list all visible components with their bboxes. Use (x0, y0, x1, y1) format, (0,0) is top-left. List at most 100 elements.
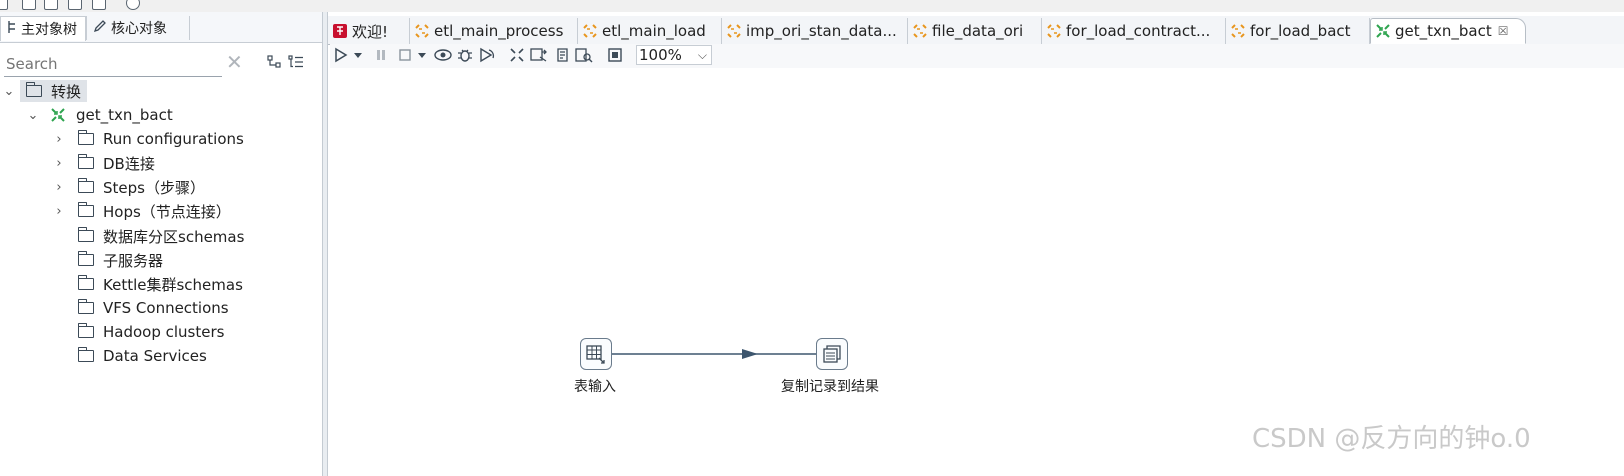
tree-item-label: Steps（步骤） (103, 178, 205, 197)
tab-for-load-contract[interactable]: for_load_contract... (1042, 18, 1226, 44)
tab-label: imp_ori_stan_data... (746, 22, 897, 40)
chevron-right-icon[interactable]: › (52, 180, 66, 195)
debug-icon[interactable] (456, 46, 474, 64)
open-file-icon[interactable] (22, 0, 36, 10)
folder-icon (78, 275, 94, 290)
save-as-icon[interactable] (92, 0, 106, 10)
replay-icon[interactable] (478, 46, 496, 64)
database-explorer-icon[interactable] (575, 46, 593, 64)
search-input[interactable] (4, 54, 218, 74)
tab-label: for_load_bact (1250, 22, 1351, 40)
tree-item-hadoop-clusters[interactable]: Hadoop clusters (78, 320, 224, 344)
run-icon[interactable] (332, 46, 350, 64)
tree-icon (7, 20, 17, 38)
folder-icon (26, 82, 42, 97)
chevron-right-icon[interactable]: › (52, 204, 66, 219)
run-options-dropdown-icon[interactable] (352, 46, 364, 64)
transformation-icon (50, 107, 66, 123)
folder-icon (78, 130, 94, 145)
tab-label: get_txn_bact (1395, 22, 1492, 40)
preview-icon[interactable] (434, 46, 452, 64)
tab-main-object-tree[interactable]: 主对象树 (0, 16, 86, 41)
step-label: 复制记录到结果 (781, 379, 879, 395)
show-results-icon[interactable] (606, 46, 624, 64)
job-icon (912, 23, 928, 39)
layers-icon[interactable] (126, 0, 140, 10)
save-icon[interactable] (68, 0, 82, 10)
tree-item-db-connections[interactable]: › DB连接 (52, 151, 155, 175)
clear-search-icon[interactable]: ✕ (226, 52, 244, 74)
verify-icon[interactable] (508, 46, 526, 64)
tab-label: for_load_contract... (1066, 22, 1211, 40)
tree-item-label: Kettle集群schemas (103, 275, 243, 294)
folder-icon (78, 227, 94, 242)
stop-icon[interactable] (396, 46, 414, 64)
tree-item-partition-schemas[interactable]: 数据库分区schemas (78, 224, 244, 248)
folder-icon (78, 178, 94, 193)
watermark: CSDN @反方向的钟o.0 (1252, 424, 1531, 454)
step-table-input[interactable] (580, 338, 612, 370)
job-icon (726, 23, 742, 39)
tab-etl-main-load[interactable]: etl_main_load (578, 18, 722, 44)
tab-core-objects[interactable]: 核心对象 (86, 16, 190, 40)
tree-node-label: 转换 (51, 82, 82, 101)
collapse-all-icon[interactable] (267, 54, 283, 70)
folder-icon (78, 347, 94, 362)
pencil-icon (93, 19, 107, 37)
folder-icon (78, 202, 94, 217)
tree-node-transformation[interactable]: ⌄ get_txn_bact (26, 103, 173, 127)
main-toolbar-strip (0, 0, 1624, 12)
expand-all-icon[interactable] (288, 54, 304, 70)
tree-item-label: 子服务器 (103, 251, 164, 270)
close-tab-icon[interactable]: ☒ (1498, 24, 1509, 38)
zoom-value: 100% (639, 46, 682, 64)
tree-item-label: Hops（节点连接） (103, 202, 231, 221)
tab-get-txn-bact[interactable]: get_txn_bact ☒ (1370, 18, 1526, 44)
pause-icon[interactable] (372, 46, 390, 64)
panel-splitter[interactable] (322, 12, 328, 476)
job-icon (1046, 23, 1062, 39)
transformation-icon (1375, 23, 1391, 39)
tree-item-label: DB连接 (103, 154, 155, 173)
zoom-select[interactable]: 100% ⌵ (636, 45, 712, 65)
tree-item-steps[interactable]: › Steps（步骤） (52, 175, 205, 199)
tree-node-label: get_txn_bact (76, 106, 173, 124)
copy-rows-icon (823, 345, 841, 363)
folder-icon (78, 154, 94, 169)
tree-item-label: Hadoop clusters (103, 323, 225, 341)
analyze-impact-icon[interactable] (530, 46, 548, 64)
tree-item-hops[interactable]: › Hops（节点连接） (52, 199, 231, 223)
search-field[interactable] (4, 52, 222, 77)
generate-sql-icon[interactable] (553, 46, 571, 64)
tree-item-cluster-schemas[interactable]: Kettle集群schemas (78, 272, 243, 296)
tree-node-root-selection[interactable]: 转换 (20, 80, 88, 102)
tab-label: 主对象树 (21, 22, 77, 38)
tab-welcome[interactable]: 欢迎! (328, 18, 410, 44)
tree-node-root[interactable]: ⌄ 转换 (2, 79, 88, 103)
tab-file-data-ori[interactable]: file_data_ori (908, 18, 1042, 44)
tree-item-data-services[interactable]: Data Services (78, 344, 207, 368)
tree-item-vfs-connections[interactable]: VFS Connections (78, 296, 229, 320)
chevron-down-icon[interactable]: ⌄ (26, 108, 40, 123)
stop-options-dropdown-icon[interactable] (416, 46, 428, 64)
tab-imp-ori-stan-data[interactable]: imp_ori_stan_data... (722, 18, 908, 44)
chevron-right-icon[interactable]: › (52, 132, 66, 147)
step-copy-rows-to-result[interactable] (816, 338, 848, 370)
explore-icon[interactable] (44, 0, 58, 10)
step-label: 表输入 (574, 379, 616, 395)
transformation-canvas[interactable] (330, 68, 1624, 476)
chevron-right-icon[interactable]: › (52, 156, 66, 171)
tree-item-label: Run configurations (103, 130, 244, 148)
tree-item-run-configurations[interactable]: › Run configurations (52, 127, 244, 151)
tree-item-label: VFS Connections (103, 299, 229, 317)
tab-etl-main-process[interactable]: etl_main_process (410, 18, 578, 44)
new-file-icon[interactable] (0, 0, 8, 10)
chevron-down-icon: ⌵ (697, 47, 707, 62)
chevron-down-icon[interactable]: ⌄ (2, 84, 16, 99)
tab-label: etl_main_process (434, 22, 564, 40)
tab-for-load-bact[interactable]: for_load_bact (1226, 18, 1370, 44)
tab-label: etl_main_load (602, 22, 706, 40)
folder-icon (78, 251, 94, 266)
tree-item-slave-servers[interactable]: 子服务器 (78, 248, 163, 272)
tab-label: 欢迎! (352, 22, 389, 41)
